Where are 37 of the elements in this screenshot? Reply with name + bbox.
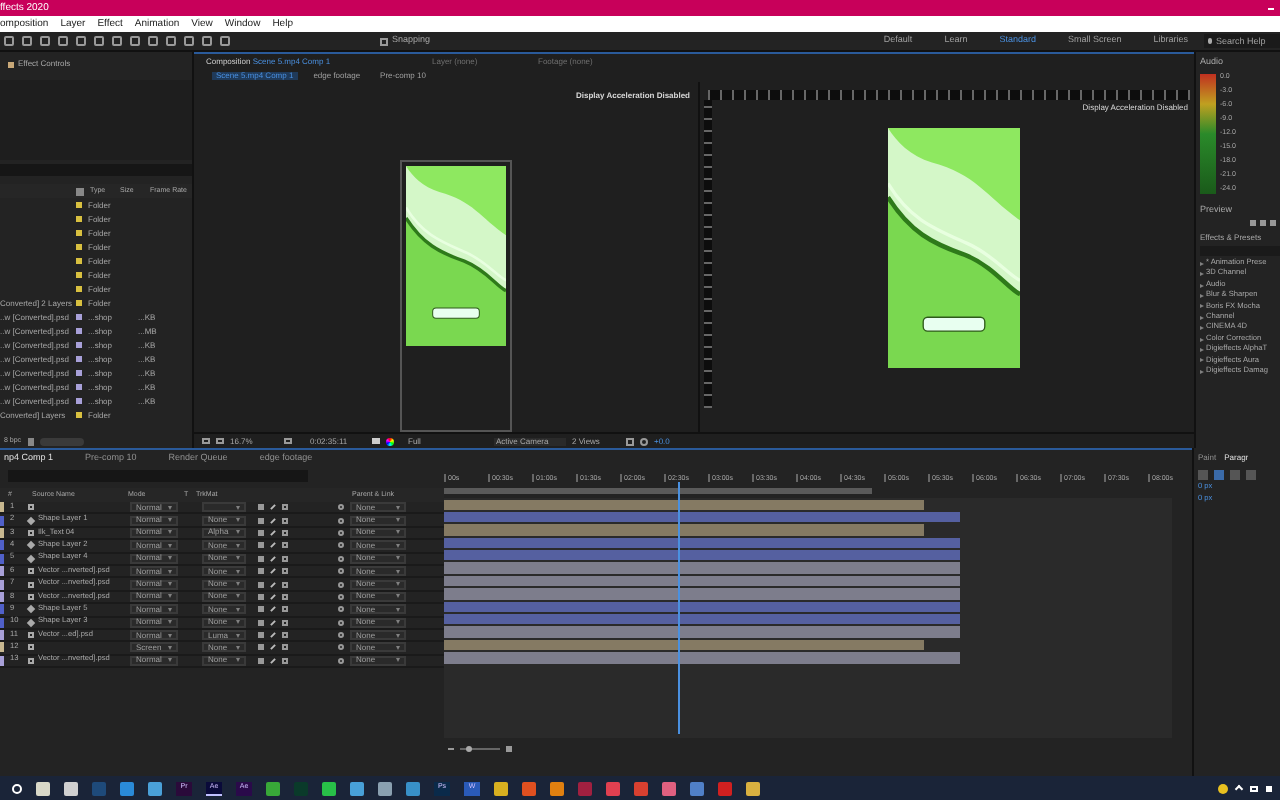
expand-arrow-icon[interactable] (1200, 337, 1204, 342)
color-wheel-icon[interactable] (386, 437, 394, 445)
app-icon[interactable] (36, 781, 50, 795)
expand-arrow-icon[interactable] (1200, 369, 1204, 374)
gear-icon[interactable] (640, 437, 648, 445)
panel-color-icon (8, 61, 14, 67)
app-icon[interactable] (550, 781, 564, 795)
layer-duration-bar[interactable] (444, 575, 961, 587)
app-icon[interactable] (350, 781, 364, 795)
audio-meter (1200, 73, 1216, 193)
app-icon[interactable] (322, 781, 336, 795)
layer-duration-bar[interactable] (444, 511, 961, 523)
app-icon[interactable] (148, 781, 162, 795)
expand-arrow-icon[interactable] (1200, 283, 1204, 288)
layer-duration-bar[interactable] (444, 639, 925, 651)
app-icon[interactable] (378, 781, 392, 795)
app-icon[interactable] (266, 781, 280, 795)
layer-duration-bar[interactable] (444, 614, 961, 625)
app-icon[interactable] (662, 781, 676, 795)
layer-duration-bar[interactable] (444, 601, 961, 613)
scrollbar[interactable] (39, 437, 84, 445)
snapping-checkbox[interactable] (380, 37, 388, 45)
expand-arrow-icon[interactable] (1200, 315, 1204, 320)
app-icon[interactable] (746, 781, 760, 795)
expand-arrow-icon[interactable] (1200, 326, 1204, 331)
layer-duration-bar[interactable] (444, 537, 961, 549)
moon-icon[interactable] (1218, 783, 1228, 793)
expand-arrow-icon[interactable] (1200, 261, 1204, 266)
app-icon[interactable] (406, 781, 420, 795)
chevron-up-icon[interactable] (1234, 784, 1244, 794)
app-icon[interactable] (64, 781, 78, 795)
layer-duration-bar[interactable] (444, 499, 925, 510)
app-icon[interactable] (494, 781, 508, 795)
zoom-slider-thumb[interactable] (466, 746, 473, 752)
track-matte-dropdown[interactable] (202, 502, 246, 513)
expand-arrow-icon[interactable] (1200, 272, 1204, 277)
layer-duration-bar[interactable] (444, 550, 961, 561)
